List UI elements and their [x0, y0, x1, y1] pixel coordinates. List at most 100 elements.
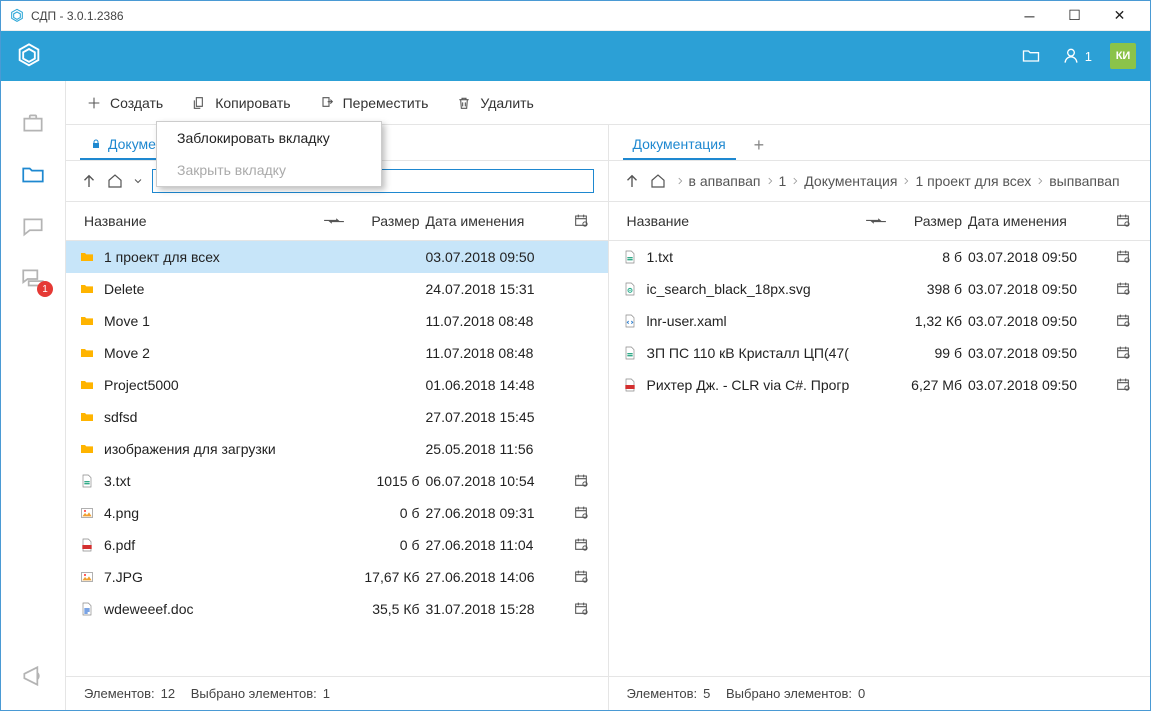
menu-lock-tab[interactable]: Заблокировать вкладку — [157, 122, 381, 154]
file-date: 03.07.2018 09:50 — [426, 249, 566, 265]
breadcrumb-segment[interactable]: 1 проект для всех — [915, 173, 1031, 189]
svg-file-icon — [621, 280, 639, 298]
file-date: 27.06.2018 09:31 — [426, 505, 566, 521]
col-size-header[interactable]: Размер — [348, 213, 426, 229]
folder-row[interactable]: Move 211.07.2018 08:48 — [66, 337, 608, 369]
side-rail: 1 — [1, 81, 66, 710]
file-name: 1.txt — [647, 249, 891, 265]
delete-button[interactable]: Удалить — [456, 95, 533, 111]
left-pane: Документация + Заблокировать вкладку Зак… — [66, 125, 609, 710]
pdf-file-icon — [621, 376, 639, 394]
right-status: Элементов: 5 Выбрано элементов: 0 — [609, 676, 1151, 710]
rail-chats[interactable]: 1 — [19, 265, 47, 293]
file-name: Project5000 — [104, 377, 348, 393]
file-row[interactable]: Рихтер Дж. - CLR via C#. Прогр6,27 Мб03.… — [609, 369, 1151, 401]
right-add-tab[interactable]: + — [748, 131, 771, 160]
file-cal — [566, 504, 596, 523]
file-cal — [1108, 376, 1138, 395]
col-name-header[interactable]: Название — [78, 213, 320, 229]
right-tabrow: Документация + — [609, 125, 1151, 161]
rail-briefcase[interactable] — [19, 109, 47, 137]
file-name: 1 проект для всех — [104, 249, 348, 265]
file-cal — [1108, 248, 1138, 267]
file-name: изображения для загрузки — [104, 441, 348, 457]
right-tab-documents[interactable]: Документация — [623, 130, 736, 160]
nav-up-icon[interactable] — [80, 172, 98, 190]
create-button[interactable]: Создать — [86, 95, 163, 111]
file-size: 17,67 Кб — [348, 569, 426, 585]
rail-folder[interactable] — [19, 161, 47, 189]
folder-row[interactable]: Delete24.07.2018 15:31 — [66, 273, 608, 305]
header-user-button[interactable]: 1 — [1051, 40, 1102, 72]
file-size: 1015 б — [348, 473, 426, 489]
breadcrumb: в апвапвап 1 Документация 1 проект для всех… — [675, 173, 1120, 189]
nav-up-icon[interactable] — [623, 172, 641, 190]
folder-icon — [78, 344, 96, 362]
file-date: 03.07.2018 09:50 — [968, 377, 1108, 393]
rail-announce[interactable] — [19, 662, 47, 690]
folder-row[interactable]: Move 111.07.2018 08:48 — [66, 305, 608, 337]
file-cal — [1108, 280, 1138, 299]
col-version-header[interactable] — [320, 213, 348, 229]
file-row[interactable]: ЗП ПС 110 кВ Кристалл ЦП(47(99 б03.07.20… — [609, 337, 1151, 369]
png-file-icon — [78, 504, 96, 522]
file-row[interactable]: 1.txt8 б03.07.2018 09:50 — [609, 241, 1151, 273]
chevron-down-icon[interactable] — [132, 175, 144, 187]
breadcrumb-segment[interactable]: в апвапвап — [689, 173, 761, 189]
folder-icon — [78, 376, 96, 394]
file-date: 27.06.2018 11:04 — [426, 537, 566, 553]
maximize-button[interactable]: ☐ — [1052, 1, 1097, 31]
user-avatar[interactable]: КИ — [1110, 43, 1136, 69]
file-size: 0 б — [348, 505, 426, 521]
file-row[interactable]: 4.png0 б27.06.2018 09:31 — [66, 497, 608, 529]
breadcrumb-segment[interactable]: Документация — [804, 173, 897, 189]
file-name: Move 1 — [104, 313, 348, 329]
file-row[interactable]: 7.JPG17,67 Кб27.06.2018 14:06 — [66, 561, 608, 593]
header-folder-button[interactable] — [1011, 40, 1051, 72]
file-size: 1,32 Кб — [890, 313, 968, 329]
file-date: 01.06.2018 14:48 — [426, 377, 566, 393]
user-count: 1 — [1085, 49, 1092, 64]
move-button[interactable]: Переместить — [319, 95, 429, 111]
txt-file-icon — [621, 248, 639, 266]
rail-badge: 1 — [37, 281, 53, 297]
file-row[interactable]: 6.pdf0 б27.06.2018 11:04 — [66, 529, 608, 561]
file-date: 27.07.2018 15:45 — [426, 409, 566, 425]
nav-home-icon[interactable] — [106, 172, 124, 190]
nav-home-icon[interactable] — [649, 172, 667, 190]
rail-chat[interactable] — [19, 213, 47, 241]
folder-row[interactable]: Project5000 01.06.2018 14:48 — [66, 369, 608, 401]
file-cal — [566, 568, 596, 587]
left-filelist[interactable]: 1 проект для всех 03.07.2018 09:50 Delete2… — [66, 241, 608, 676]
toolbar: Создать Копировать Переместить Удалить — [66, 81, 1150, 125]
breadcrumb-segment[interactable]: выпвапвап — [1049, 173, 1119, 189]
col-cal-header[interactable] — [1108, 212, 1138, 231]
col-date-header[interactable]: Дата именения — [426, 213, 566, 229]
file-date: 24.07.2018 15:31 — [426, 281, 566, 297]
jpg-file-icon — [78, 568, 96, 586]
folder-row[interactable]: sdfsd27.07.2018 15:45 — [66, 401, 608, 433]
folder-row[interactable]: 1 проект для всех 03.07.2018 09:50 — [66, 241, 608, 273]
folder-icon — [78, 280, 96, 298]
file-date: 03.07.2018 09:50 — [968, 313, 1108, 329]
col-version-header[interactable] — [862, 213, 890, 229]
breadcrumb-segment[interactable]: 1 — [779, 173, 787, 189]
minimize-button[interactable]: ─ — [1007, 1, 1052, 31]
copy-button[interactable]: Копировать — [191, 95, 290, 111]
file-row[interactable]: 3.txt1015 б06.07.2018 10:54 — [66, 465, 608, 497]
file-row[interactable]: wdeweeef.doc35,5 Кб31.07.2018 15:28 — [66, 593, 608, 625]
left-status: Элементов: 12 Выбрано элементов: 1 — [66, 676, 608, 710]
close-button[interactable]: ✕ — [1097, 1, 1142, 31]
right-filelist[interactable]: 1.txt8 б03.07.2018 09:50ic_search_black_… — [609, 241, 1151, 676]
file-date: 25.05.2018 11:56 — [426, 441, 566, 457]
file-name: Рихтер Дж. - CLR via C#. Прогр — [647, 377, 891, 393]
file-row[interactable]: lnr-user.xaml1,32 Кб03.07.2018 09:50 — [609, 305, 1151, 337]
file-row[interactable]: ic_search_black_18px.svg398 б03.07.2018 … — [609, 273, 1151, 305]
folder-row[interactable]: изображения для загрузки 25.05.2018 11:56 — [66, 433, 608, 465]
col-cal-header[interactable] — [566, 212, 596, 231]
col-size-header[interactable]: Размер — [890, 213, 968, 229]
chevron-right-icon — [790, 173, 800, 189]
xaml-file-icon — [621, 312, 639, 330]
col-date-header[interactable]: Дата именения — [968, 213, 1108, 229]
col-name-header[interactable]: Название — [621, 213, 863, 229]
